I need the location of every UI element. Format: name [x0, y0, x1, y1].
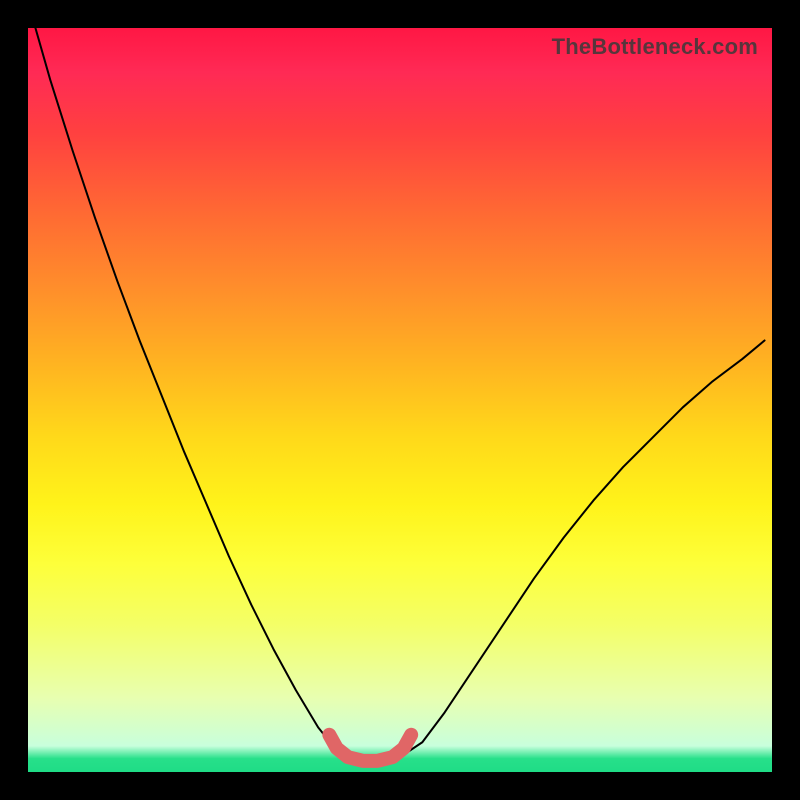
plot-area: TheBottleneck.com — [28, 28, 772, 772]
chart-frame: TheBottleneck.com — [0, 0, 800, 800]
valley-highlight-layer — [28, 28, 772, 772]
bottleneck-valley-highlight — [329, 735, 411, 761]
